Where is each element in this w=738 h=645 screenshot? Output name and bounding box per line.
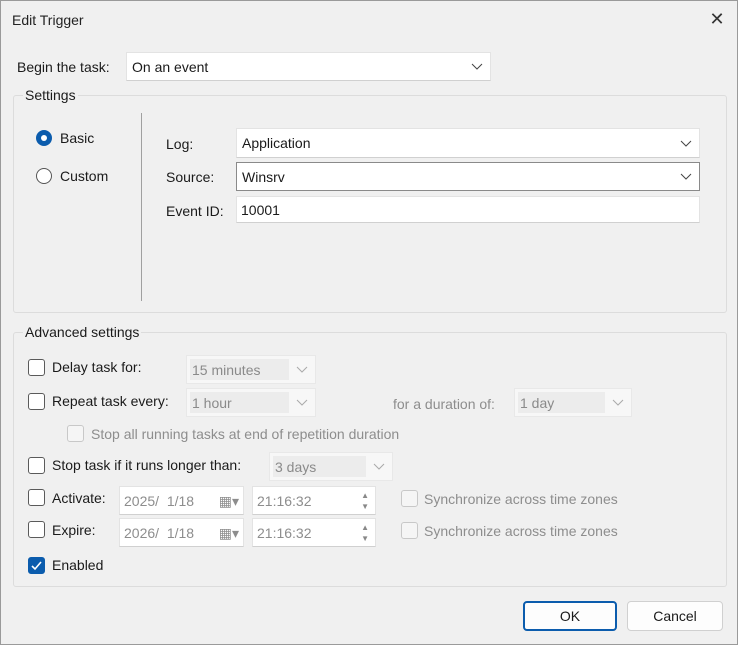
divider [141,113,142,301]
activate-checkbox[interactable] [28,489,45,506]
chevron-down-icon [366,463,392,470]
enabled-label: Enabled [52,557,104,573]
chevron-down-icon [605,399,631,406]
expire-checkbox[interactable] [28,521,45,538]
chevron-down-icon [673,173,699,180]
stop-longer-value: 3 days [275,458,317,475]
expire-time-value: 21:16:32 [257,524,312,541]
chevron-down-icon [673,140,699,147]
expire-label: Expire: [52,522,96,538]
custom-radio[interactable] [36,168,52,184]
chevron-down-icon [464,63,490,70]
stop-all-label: Stop all running tasks at end of repetit… [91,426,400,442]
activate-date-picker[interactable]: 2025/ 1/18 ▦▾ [119,486,244,515]
delay-select[interactable]: 15 minutes [186,355,316,384]
basic-radio[interactable] [36,130,52,146]
expire-date-picker[interactable]: 2026/ 1/18 ▦▾ [119,518,244,547]
repeat-label: Repeat task every: [52,393,169,409]
chevron-down-icon [289,399,315,406]
close-icon[interactable]: ✕ [705,7,729,31]
cancel-button[interactable]: Cancel [627,601,723,631]
duration-label: for a duration of: [393,396,495,412]
event-id-input[interactable]: 10001 [236,196,700,223]
advanced-title: Advanced settings [23,324,142,340]
spinner-icon[interactable]: ▲ ▼ [361,490,369,512]
stop-longer-label: Stop task if it runs longer than: [52,457,242,473]
basic-label: Basic [60,130,95,146]
calendar-icon[interactable]: ▦▾ [219,493,239,510]
custom-label: Custom [60,168,109,184]
settings-title: Settings [23,87,78,103]
activate-time-input[interactable]: 21:16:32 ▲ ▼ [252,486,376,515]
source-select[interactable]: Winsrv [236,162,700,191]
activate-sync-label: Synchronize across time zones [424,491,618,507]
log-label: Log: [166,136,194,152]
expire-sync-checkbox[interactable] [401,522,418,539]
log-select[interactable]: Application [236,128,700,158]
stop-all-checkbox[interactable] [67,425,84,442]
spinner-icon[interactable]: ▲ ▼ [361,522,369,544]
begin-task-label: Begin the task: [17,59,110,75]
log-value: Application [242,135,311,151]
expire-sync-label: Synchronize across time zones [424,523,618,539]
stop-longer-select[interactable]: 3 days [269,452,393,481]
begin-task-value: On an event [132,58,209,75]
event-id-label: Event ID: [166,203,224,219]
source-label: Source: [166,169,215,185]
repeat-checkbox[interactable] [28,393,45,410]
stop-longer-checkbox[interactable] [28,457,45,474]
duration-select[interactable]: 1 day [514,388,632,417]
activate-label: Activate: [52,490,106,506]
repeat-value: 1 hour [192,394,232,411]
event-id-value: 10001 [241,201,280,218]
delay-value: 15 minutes [192,361,261,378]
check-icon [31,561,42,571]
delay-label: Delay task for: [52,359,142,375]
activate-date-value: 2025/ 1/18 [124,492,195,509]
expire-time-input[interactable]: 21:16:32 ▲ ▼ [252,518,376,547]
activate-sync-checkbox[interactable] [401,490,418,507]
repeat-select[interactable]: 1 hour [186,388,316,417]
ok-button[interactable]: OK [523,601,617,631]
expire-date-value: 2026/ 1/18 [124,524,195,541]
calendar-icon[interactable]: ▦▾ [219,525,239,542]
duration-value: 1 day [520,394,555,411]
edit-trigger-dialog: Edit Trigger ✕ Begin the task: On an eve… [0,0,738,645]
begin-task-select[interactable]: On an event [126,52,491,81]
window-title: Edit Trigger [12,12,84,28]
source-value: Winsrv [242,168,285,185]
activate-time-value: 21:16:32 [257,492,312,509]
delay-checkbox[interactable] [28,359,45,376]
enabled-checkbox[interactable] [28,557,45,574]
chevron-down-icon [289,366,315,373]
